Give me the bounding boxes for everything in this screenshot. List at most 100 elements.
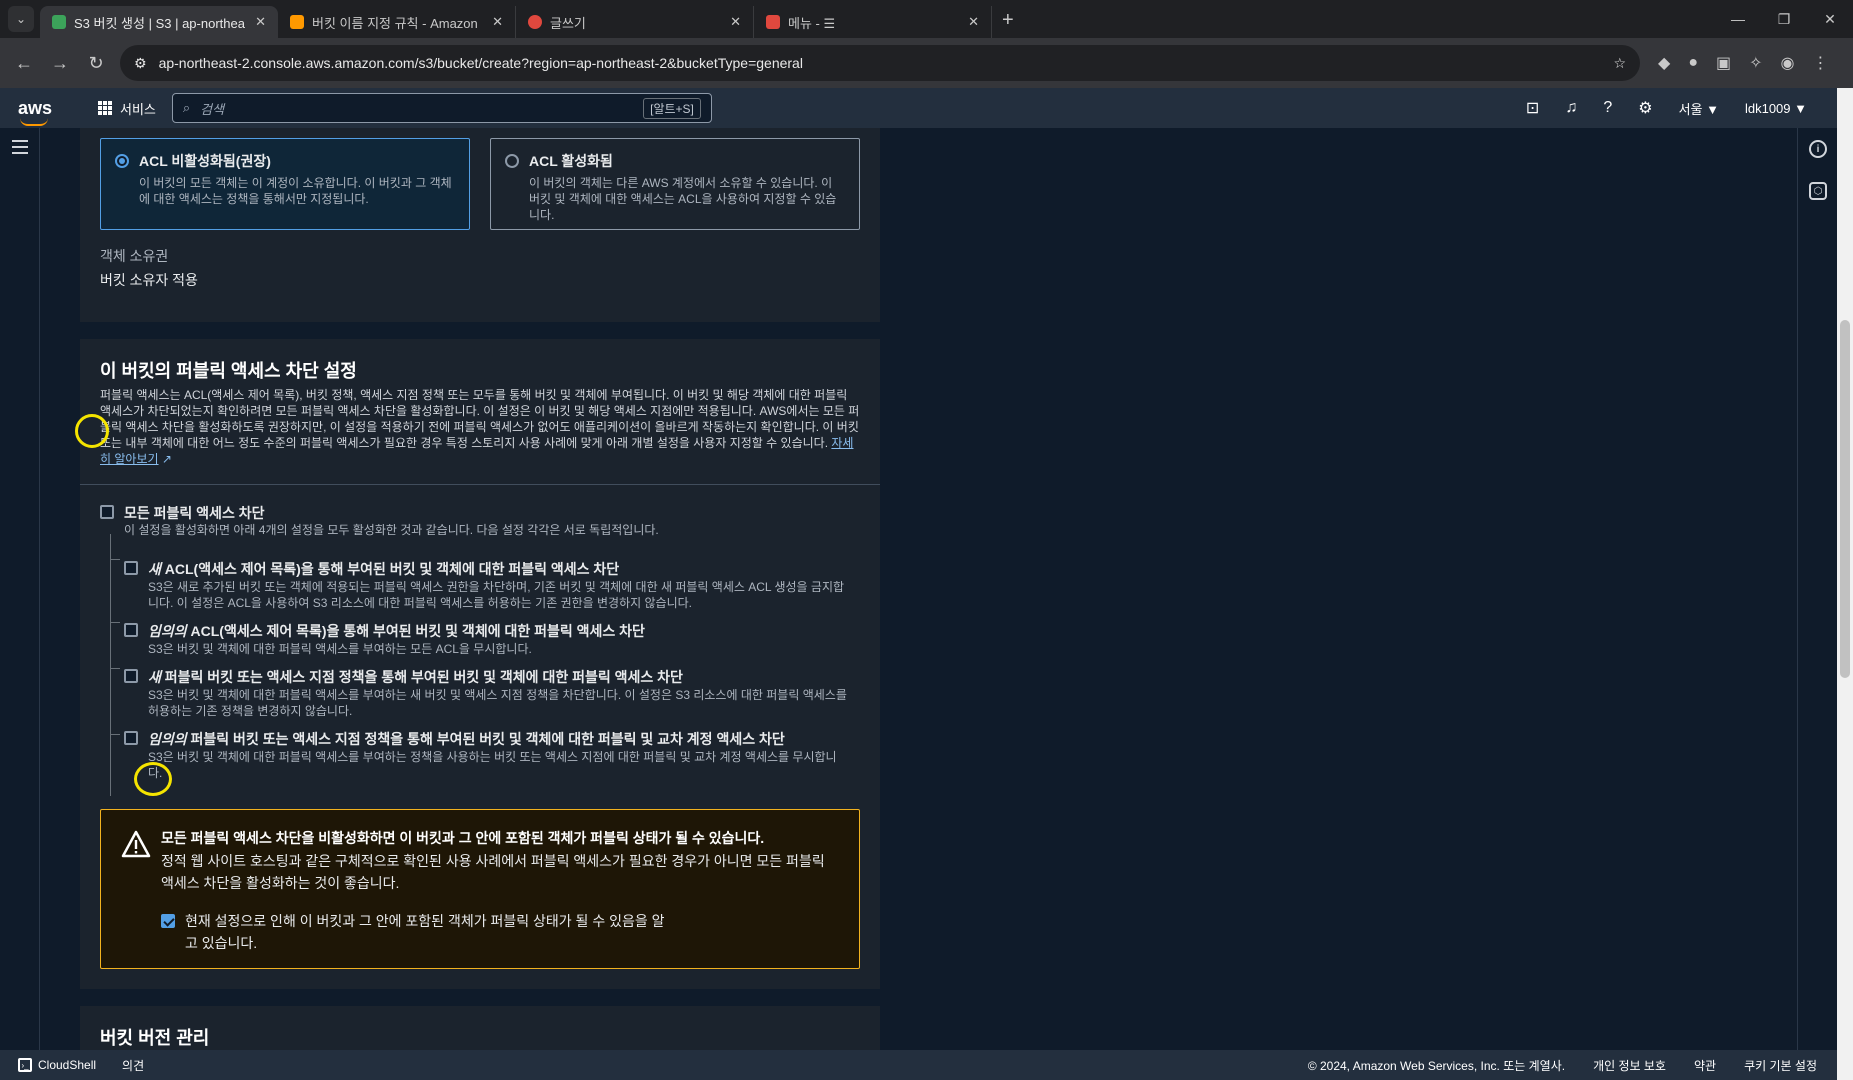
grid-icon [98,101,112,115]
tab-title: 글쓰기 [550,15,586,31]
privacy-link[interactable]: 개인 정보 보호 [1593,1057,1666,1074]
close-tab-icon[interactable]: ✕ [255,14,266,30]
feedback-link[interactable]: 의견 [122,1057,144,1074]
option-desc: 이 버킷의 객체는 다른 AWS 계정에서 소유할 수 있습니다. 이 버킷 및… [529,176,837,222]
block-any-acl-checkbox[interactable] [124,623,138,637]
versioning-card: 버킷 버전 관리 [80,1006,880,1050]
block-all-checkbox[interactable] [100,505,114,519]
option-prefix: 새 [148,669,161,685]
right-rail: i ⬡ [1797,128,1837,1050]
aws-logo-text: aws [18,97,53,118]
region-selector[interactable]: 서울 ▼ [1679,99,1719,118]
page-scrollbar[interactable] [1837,88,1853,1080]
close-tab-icon[interactable]: ✕ [968,14,979,30]
divider [80,484,880,485]
tab-bucket-naming[interactable]: 버킷 이름 지정 규칙 - Amazon ✕ [278,6,516,38]
terms-link[interactable]: 약관 [1694,1057,1716,1074]
bookmark-star-icon[interactable]: ☆ [1613,55,1626,72]
cloudshell-icon: ›_ [18,1058,32,1072]
close-tab-icon[interactable]: ✕ [492,14,503,30]
block-any-policy-checkbox[interactable] [124,731,138,745]
scrollbar-thumb[interactable] [1840,320,1850,678]
aws-top-nav: aws 서비스 ⌕ 검색 [알트+S] ⊡ ♫ ? ⚙ 서울 ▼ ldk1009… [0,88,1837,128]
warning-body: 정적 웹 사이트 호스팅과 같은 구체적으로 확인된 사용 사례에서 퍼블릭 액… [161,853,825,891]
tree-branch [110,622,120,623]
option-desc: S3은 새로 추가된 버킷 또는 객체에 적용되는 퍼블릭 액세스 권한을 차단… [148,580,845,610]
profile-avatar-icon[interactable]: ◉ [1781,53,1795,73]
new-tab-icon[interactable]: + [1002,9,1014,32]
tab-menu[interactable]: 메뉴 - ☰ ✕ [754,6,992,38]
option-desc: 이 버킷의 모든 객체는 이 계정이 소유합니다. 이 버킷과 그 객체에 대한… [139,176,452,206]
copyright-text: © 2024, Amazon Web Services, Inc. 또는 계열사… [1307,1058,1566,1073]
public-access-card: 이 버킷의 퍼블릭 액세스 차단 설정 퍼블릭 액세스는 ACL(액세스 제어 … [80,339,880,989]
option-label: ACL(액세스 제어 목록)을 통해 부여된 버킷 및 객체에 대한 퍼블릭 액… [160,561,620,577]
section-heading: 버킷 버전 관리 [100,1028,210,1048]
aws-logo[interactable]: aws [18,97,58,126]
back-icon[interactable]: ← [6,45,42,81]
warning-title: 모든 퍼블릭 액세스 차단을 비활성화하면 이 버킷과 그 안에 포함된 객체가… [161,830,765,846]
block-all-label: 모든 퍼블릭 액세스 차단 [124,505,265,521]
search-input[interactable]: ⌕ 검색 [알트+S] [171,93,712,123]
cloudshell-icon[interactable]: ⊡ [1526,98,1539,118]
browser-menu-icon[interactable]: ⋮ [1812,53,1828,73]
extension-icon[interactable]: ▣ [1716,53,1731,73]
option-label: 퍼블릭 버킷 또는 액세스 지점 정책을 통해 부여된 버킷 및 객체에 대한 … [160,669,683,685]
option-label: ACL 활성화됨 [529,153,613,169]
cookie-preferences-link[interactable]: 쿠키 기본 설정 [1744,1057,1817,1074]
services-menu-button[interactable]: 서비스 [98,99,156,118]
object-ownership-card: ACL 비활성화됨(권장) 이 버킷의 모든 객체는 이 계정이 소유합니다. … [80,128,880,322]
option-prefix: 새 [148,561,161,577]
search-placeholder: 검색 [200,101,225,117]
menu-hamburger-icon[interactable] [12,140,28,158]
close-tab-icon[interactable]: ✕ [730,14,741,30]
search-icon: ⌕ [182,100,191,115]
search-shortcut: [알트+S] [643,97,701,119]
feedback-icon[interactable]: ⬡ [1809,182,1827,200]
tab-search-icon[interactable]: ⌄ [8,6,34,32]
close-window-icon[interactable]: ✕ [1807,0,1853,38]
minimize-icon[interactable]: — [1715,0,1761,38]
help-icon[interactable]: ? [1603,99,1612,117]
restore-icon[interactable]: ❐ [1761,0,1807,38]
extension-icon[interactable]: ◆ [1658,53,1670,73]
block-new-policy-checkbox[interactable] [124,669,138,683]
tree-branch [110,559,120,560]
forward-icon[interactable]: → [42,45,78,81]
tab-title: 메뉴 - ☰ [788,15,836,31]
radio-button[interactable] [505,154,519,168]
section-description: 퍼블릭 액세스는 ACL(액세스 제어 목록), 버킷 정책, 액세스 지점 정… [100,387,860,467]
menu-favicon-icon [766,15,780,29]
browser-toolbar: ← → ↻ ⚙ ap-northeast-2.console.aws.amazo… [0,38,1853,88]
option-label: ACL 비활성화됨(권장) [139,153,271,169]
option-desc: S3은 버킷 및 객체에 대한 퍼블릭 액세스를 부여하는 모든 ACL을 무시… [148,642,532,656]
tree-line [110,534,111,796]
extensions-puzzle-icon[interactable]: ✧ [1749,53,1762,73]
radio-button[interactable] [115,154,129,168]
tree-branch [110,668,120,669]
block-new-policy-label: 새 퍼블릭 버킷 또는 액세스 지점 정책을 통해 부여된 버킷 및 객체에 대… [148,667,683,687]
external-link-icon: ↗ [161,452,172,466]
tab-s3-create[interactable]: S3 버킷 생성 | S3 | ap-northea ✕ [40,6,278,38]
main-content: ACL 비활성화됨(권장) 이 버킷의 모든 객체는 이 계정이 소유합니다. … [40,128,1797,1050]
annotation-circle [134,762,172,796]
block-any-policy-label: 임의의 퍼블릭 버킷 또는 액세스 지점 정책을 통해 부여된 버킷 및 객체에… [148,729,785,749]
info-icon[interactable]: i [1809,140,1827,158]
block-any-acl-label: 임의의 ACL(액세스 제어 목록)을 통해 부여된 버킷 및 객체에 대한 퍼… [148,621,645,641]
reload-icon[interactable]: ↻ [78,45,114,81]
extension-icon[interactable]: ● [1688,54,1698,72]
site-info-icon[interactable]: ⚙ [134,55,147,72]
account-menu[interactable]: ldk1009 ▼ [1745,101,1807,116]
acl-disabled-option[interactable]: ACL 비활성화됨(권장) 이 버킷의 모든 객체는 이 계정이 소유합니다. … [100,138,470,230]
acl-enabled-option[interactable]: ACL 활성화됨 이 버킷의 객체는 다른 AWS 계정에서 소유할 수 있습니… [490,138,860,230]
settings-gear-icon[interactable]: ⚙ [1638,98,1652,118]
option-desc: S3은 버킷 및 객체에 대한 퍼블릭 액세스를 부여하는 새 버킷 및 액세스… [148,688,847,718]
tab-write[interactable]: 글쓰기 ✕ [516,6,754,38]
cloudshell-button[interactable]: ›_ CloudShell [18,1058,96,1072]
address-bar[interactable]: ⚙ ap-northeast-2.console.aws.amazon.com/… [120,45,1640,81]
notifications-bell-icon[interactable]: ♫ [1565,99,1577,117]
acknowledge-checkbox[interactable] [161,914,175,928]
block-all-desc: 이 설정을 활성화하면 아래 4개의 설정을 모두 활성화한 것과 같습니다. … [124,523,659,537]
aws-footer: ›_ CloudShell 의견 © 2024, Amazon Web Serv… [0,1050,1837,1080]
block-new-acl-checkbox[interactable] [124,561,138,575]
ownership-label: 객체 소유권 [100,248,169,264]
